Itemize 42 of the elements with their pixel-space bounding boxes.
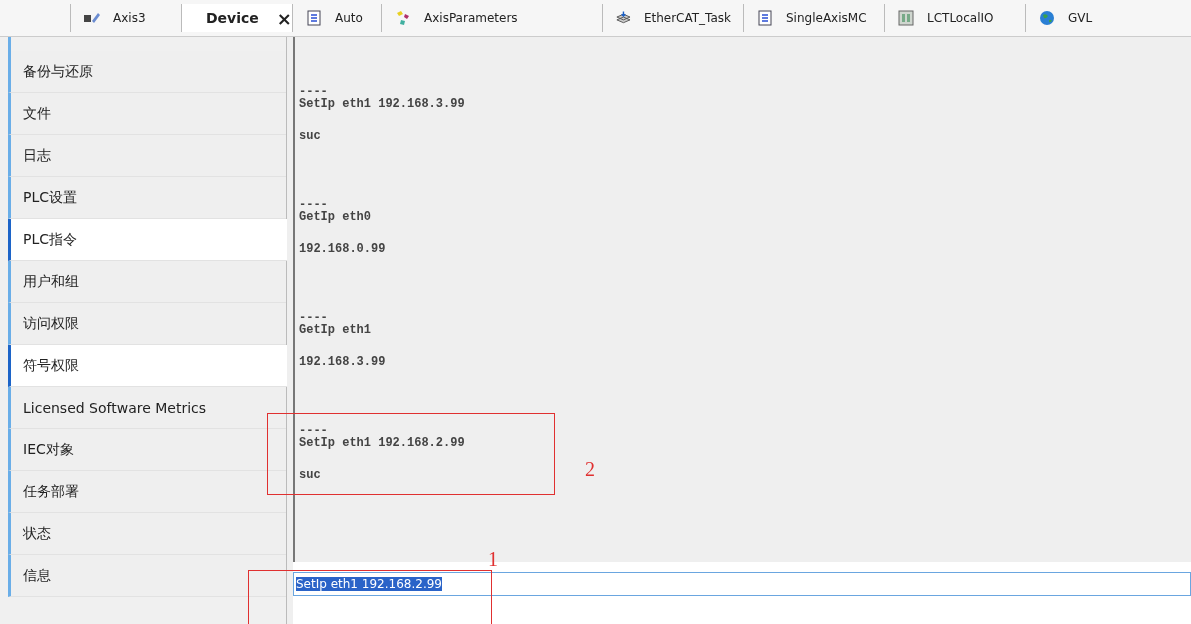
console-command: SetIp eth1 192.168.2.99 (299, 436, 465, 450)
sidebar-item[interactable]: 状态 (8, 513, 286, 555)
globe-icon (1038, 10, 1056, 26)
command-input-field[interactable]: SetIp eth1 192.168.2.99 (293, 572, 1191, 596)
shapes-icon (394, 10, 412, 26)
sidebar-item[interactable]: PLC指令 (8, 219, 287, 261)
console-result: 192.168.3.99 (299, 355, 386, 369)
console-command: SetIp eth1 192.168.3.99 (299, 97, 465, 111)
stack-icon (615, 10, 632, 26)
sidebar-item[interactable]: 备份与还原 (8, 51, 286, 93)
sidebar-item[interactable]: IEC对象 (8, 429, 286, 471)
console-command: GetIp eth0 (299, 210, 371, 224)
sidebar-item[interactable]: PLC设置 (8, 177, 286, 219)
sidebar-item[interactable]: 访问权限 (8, 303, 286, 345)
editor-tab[interactable]: LCTLocalIO (884, 4, 1025, 32)
editor-tab[interactable]: Auto (292, 4, 381, 32)
editor-tab[interactable]: SingleAxisMC (743, 4, 884, 32)
console-result: 192.168.0.99 (299, 242, 386, 256)
console-result: suc (299, 129, 321, 143)
console-separator: ---- (299, 426, 328, 436)
sidebar-item[interactable]: 符号权限 (8, 345, 287, 387)
sidebar-item[interactable]: Licensed Software Metrics (8, 387, 286, 429)
sidebar-item[interactable]: 信息 (8, 555, 286, 597)
editor-tab[interactable]: GVL (1025, 4, 1105, 32)
document-icon (756, 10, 774, 26)
annotation-number: 2 (585, 458, 595, 481)
console-separator: ---- (299, 200, 328, 210)
sidebar-item[interactable]: 任务部署 (8, 471, 286, 513)
close-icon[interactable]: × (276, 7, 292, 29)
console-command: GetIp eth1 (299, 323, 371, 337)
console-separator: ---- (299, 87, 328, 97)
device-icon (897, 10, 915, 26)
sidebar-item[interactable]: 文件 (8, 93, 286, 135)
editor-tab[interactable]: AxisParameters (381, 4, 602, 32)
sidebar-item[interactable]: 日志 (8, 135, 286, 177)
annotation-number: 1 (488, 548, 498, 571)
editor-tab[interactable]: Device × (181, 4, 292, 32)
document-icon (305, 10, 323, 26)
console-result: suc (299, 468, 321, 482)
sidebar-item[interactable]: 用户和组 (8, 261, 286, 303)
console-separator: ---- (299, 313, 328, 323)
editor-tab[interactable]: EtherCAT_Task (602, 4, 743, 32)
